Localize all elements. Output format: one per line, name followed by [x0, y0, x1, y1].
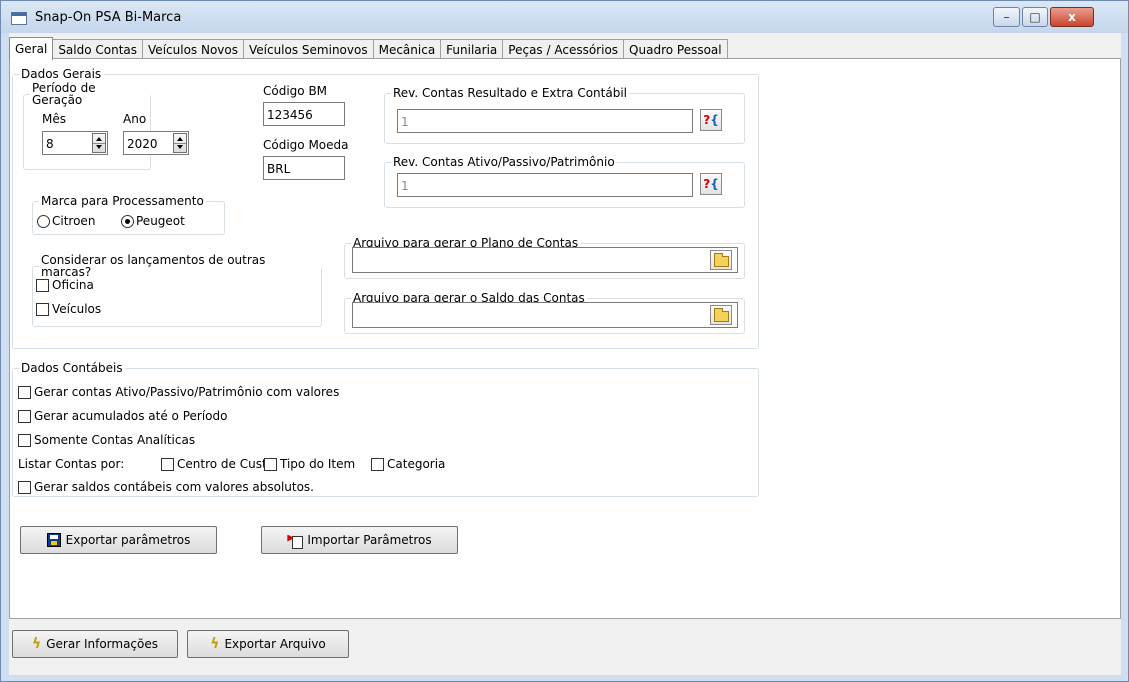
- rev-resultado-legend: Rev. Contas Resultado e Extra Contábil: [393, 86, 627, 100]
- checkbox-oficina[interactable]: [36, 279, 49, 292]
- codigo-bm-label: Código BM: [263, 84, 328, 98]
- radio-peugeot-label[interactable]: Peugeot: [136, 214, 185, 228]
- rev-ativo-help-button[interactable]: ?{: [700, 173, 722, 195]
- checkbox-centro-custo[interactable]: [161, 458, 174, 471]
- tab-quadro-pessoal[interactable]: Quadro Pessoal: [623, 39, 728, 59]
- tab-pecas-acessorios[interactable]: Peças / Acessórios: [502, 39, 625, 59]
- ano-input[interactable]: 2020: [123, 131, 189, 155]
- close-button[interactable]: x: [1050, 7, 1094, 27]
- arquivo-saldo-input[interactable]: [352, 302, 738, 328]
- close-icon: x: [1068, 10, 1076, 24]
- rev-ativo-legend: Rev. Contas Ativo/Passivo/Patrimônio: [393, 155, 615, 169]
- app-icon: [11, 12, 27, 25]
- lightning-icon: ϟ: [31, 636, 42, 652]
- dados-contabeis-group: Dados Contábeis: [12, 362, 759, 497]
- tab-veiculos-novos[interactable]: Veículos Novos: [142, 39, 244, 59]
- rev-ativo-input[interactable]: 1: [397, 173, 693, 197]
- checkbox-gerar-contas-ativo-label[interactable]: Gerar contas Ativo/Passivo/Patrimônio co…: [34, 385, 339, 399]
- checkbox-veiculos-label[interactable]: Veículos: [52, 302, 101, 316]
- import-document-icon: [287, 533, 304, 549]
- tab-saldo-contas[interactable]: Saldo Contas: [52, 39, 144, 59]
- exportar-parametros-button[interactable]: Exportar parâmetros: [20, 526, 217, 554]
- checkbox-analiticas[interactable]: [18, 434, 31, 447]
- rev-resultado-help-button[interactable]: ?{: [700, 109, 722, 131]
- gerar-informacoes-label: Gerar Informações: [46, 637, 159, 651]
- tab-geral[interactable]: Geral: [9, 37, 54, 60]
- minimize-icon: –: [1003, 10, 1010, 24]
- periodo-geracao-group: Período de Geração: [23, 82, 151, 170]
- codigo-moeda-label: Código Moeda: [263, 138, 349, 152]
- help-lookup-icon: ?{: [703, 113, 719, 127]
- arquivo-plano-browse-button[interactable]: [710, 250, 732, 270]
- help-lookup-icon: ?{: [703, 177, 719, 191]
- checkbox-tipo-item-label[interactable]: Tipo do Item: [280, 457, 355, 471]
- folder-open-icon: [713, 307, 729, 322]
- mes-spinner[interactable]: [92, 133, 106, 153]
- checkbox-acumulados-label[interactable]: Gerar acumulados até o Período: [34, 409, 227, 423]
- marca-processamento-legend: Marca para Processamento: [41, 194, 204, 208]
- mes-label: Mês: [42, 112, 66, 126]
- lightning-icon: ϟ: [210, 636, 220, 652]
- minimize-button[interactable]: –: [993, 7, 1020, 27]
- checkbox-veiculos[interactable]: [36, 303, 49, 316]
- tab-strip: Geral Saldo Contas Veículos Novos Veícul…: [9, 37, 728, 60]
- checkbox-valores-absolutos-label[interactable]: Gerar saldos contábeis com valores absol…: [34, 480, 314, 494]
- arquivo-plano-input[interactable]: [352, 247, 738, 273]
- ano-label: Ano: [123, 112, 147, 126]
- maximize-icon: □: [1029, 10, 1041, 24]
- checkbox-tipo-item[interactable]: [264, 458, 277, 471]
- codigo-bm-input[interactable]: 123456: [263, 102, 345, 126]
- periodo-geracao-legend: Período de Geração: [32, 81, 96, 107]
- importar-parametros-label: Importar Parâmetros: [307, 533, 432, 547]
- tab-veiculos-seminovos[interactable]: Veículos Seminovos: [242, 39, 374, 59]
- arquivo-saldo-browse-button[interactable]: [710, 305, 732, 325]
- bottom-action-bar: ϟ Gerar Informações ϟ Exportar Arquivo: [9, 618, 1121, 675]
- save-disk-icon: [46, 533, 61, 547]
- rev-resultado-input[interactable]: 1: [397, 109, 693, 133]
- tab-mecanica[interactable]: Mecânica: [372, 39, 442, 59]
- ano-value: 2020: [127, 137, 158, 151]
- ano-spinner[interactable]: [173, 133, 187, 153]
- exportar-parametros-label: Exportar parâmetros: [65, 533, 191, 547]
- app-window: Snap-On PSA Bi-Marca – □ x Geral Saldo C…: [0, 0, 1129, 682]
- radio-citroen-label[interactable]: Citroen: [52, 214, 95, 228]
- folder-open-icon: [713, 252, 729, 267]
- mes-input[interactable]: 8: [42, 131, 108, 155]
- window-title: Snap-On PSA Bi-Marca: [35, 10, 182, 25]
- gerar-informacoes-button[interactable]: ϟ Gerar Informações: [12, 630, 178, 658]
- listar-contas-label: Listar Contas por:: [18, 457, 125, 471]
- tab-funilaria[interactable]: Funilaria: [440, 39, 504, 59]
- radio-peugeot[interactable]: [121, 215, 134, 228]
- dados-gerais-legend: Dados Gerais: [21, 67, 102, 81]
- exportar-arquivo-label: Exportar Arquivo: [224, 637, 326, 651]
- outras-marcas-legend: Considerar os lançamentos de outras marc…: [41, 253, 266, 279]
- checkbox-oficina-label[interactable]: Oficina: [52, 278, 94, 292]
- title-bar[interactable]: Snap-On PSA Bi-Marca – □ x: [1, 1, 1128, 33]
- mes-value: 8: [46, 137, 54, 151]
- checkbox-valores-absolutos[interactable]: [18, 481, 31, 494]
- tab-page-geral: Dados Gerais Período de Geração Mês 8 An…: [9, 58, 1121, 643]
- checkbox-acumulados[interactable]: [18, 410, 31, 423]
- checkbox-categoria[interactable]: [371, 458, 384, 471]
- maximize-button[interactable]: □: [1022, 7, 1048, 27]
- radio-citroen[interactable]: [37, 215, 50, 228]
- checkbox-gerar-contas-ativo[interactable]: [18, 386, 31, 399]
- checkbox-categoria-label[interactable]: Categoria: [387, 457, 445, 471]
- exportar-arquivo-button[interactable]: ϟ Exportar Arquivo: [187, 630, 349, 658]
- client-area: Geral Saldo Contas Veículos Novos Veícul…: [9, 33, 1121, 675]
- dados-contabeis-legend: Dados Contábeis: [21, 361, 123, 375]
- checkbox-centro-custo-label[interactable]: Centro de Custo: [177, 457, 274, 471]
- codigo-moeda-input[interactable]: BRL: [263, 156, 345, 180]
- importar-parametros-button[interactable]: Importar Parâmetros: [261, 526, 458, 554]
- checkbox-analiticas-label[interactable]: Somente Contas Analíticas: [34, 433, 195, 447]
